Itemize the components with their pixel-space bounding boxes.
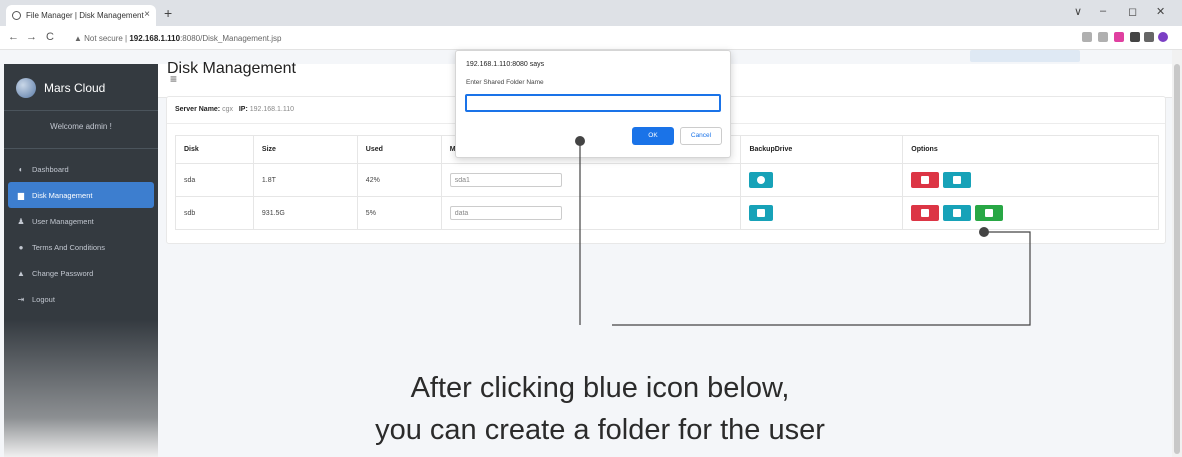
sidebar-item-user-management[interactable]: ♟ User Management [8, 208, 154, 234]
new-tab-button[interactable]: + [164, 5, 172, 21]
dialog-message: Enter Shared Folder Name [466, 79, 544, 86]
sidebar-item-label: Dashboard [32, 164, 69, 174]
comment-icon: ● [18, 242, 24, 252]
minimize-button[interactable]: – [1100, 5, 1106, 17]
share-icon[interactable] [1082, 32, 1092, 42]
address-bar[interactable]: ▲ Not secure | 192.168.1.110:8080/Disk_M… [70, 29, 1070, 47]
url-host: 192.168.1.110 [129, 34, 181, 43]
sidebar-item-label: User Management [32, 216, 94, 226]
sidebar-item-terms[interactable]: ● Terms And Conditions [8, 234, 154, 260]
sidebar-menu: ◐ Dashboard ▆ Disk Management ♟ User Man… [8, 156, 154, 312]
scroll-thumb[interactable] [1174, 64, 1180, 454]
brand-name: Mars Cloud [44, 81, 106, 95]
size-cell: 931.5G [252, 196, 358, 230]
divider [4, 110, 158, 111]
sidebar-item-change-password[interactable]: ▲ Change Password [8, 260, 154, 286]
maximize-button[interactable]: ◻ [1128, 5, 1137, 18]
mountpoint-field[interactable] [449, 206, 562, 220]
disk-cell: sdb [175, 196, 254, 230]
server-name: cgx [222, 106, 233, 113]
logout-icon: ⇥ [17, 294, 25, 304]
user-icon: ♟ [17, 216, 25, 226]
ok-button[interactable]: OK [632, 127, 674, 145]
extension-icon[interactable] [1114, 32, 1124, 42]
tab-close-icon[interactable]: × [144, 9, 150, 20]
column-header: Options [902, 135, 1159, 164]
prompt-dialog: 192.168.1.110:8080 says Enter Shared Fol… [455, 50, 731, 158]
welcome-text: Welcome admin ! [50, 122, 112, 131]
column-header: Disk [175, 135, 254, 164]
used-cell: 42% [356, 163, 442, 197]
brand-logo-icon [16, 78, 36, 98]
page-scrollbar[interactable] [1172, 50, 1182, 457]
browser-tab[interactable]: File Manager | Disk Management × [6, 5, 156, 26]
mountpoint-cell [440, 163, 742, 197]
mountpoint-cell [440, 196, 742, 230]
share-button[interactable] [975, 205, 1004, 221]
used-cell: 5% [356, 196, 442, 230]
delete-button[interactable] [911, 172, 940, 188]
security-indicator[interactable]: ▲ Not secure | [74, 34, 127, 43]
server-info: Server Name: cgx IP: 192.168.1.110 [175, 106, 294, 113]
sidebar-item-label: Terms And Conditions [32, 242, 105, 252]
close-window-button[interactable]: ✕ [1156, 5, 1165, 18]
server-name-label: Server Name: [175, 106, 221, 113]
column-header: Size [252, 135, 358, 164]
table-row: sdb 931.5G 5% [175, 196, 1159, 230]
brand[interactable]: Mars Cloud [16, 76, 105, 100]
options-cell [902, 196, 1159, 230]
bookmark-star-icon[interactable] [1098, 32, 1108, 42]
backup-cell [740, 163, 904, 197]
sidebar: Mars Cloud Welcome admin ! ◐ Dashboard ▆… [4, 64, 158, 457]
favicon-icon [12, 11, 21, 20]
column-header: Used [356, 135, 442, 164]
disk-icon: ▆ [17, 190, 25, 200]
create-folder-button[interactable] [943, 172, 972, 188]
faded-header-button [970, 50, 1080, 62]
sidebar-item-label: Disk Management [32, 190, 93, 200]
size-cell: 1.8T [252, 163, 358, 197]
forward-button[interactable]: → [26, 31, 37, 43]
dialog-origin: 192.168.1.110:8080 says [466, 61, 545, 68]
cancel-button[interactable]: Cancel [680, 127, 722, 145]
url-path: :8080/Disk_Management.jsp [180, 34, 282, 43]
extensions-puzzle-icon[interactable] [1130, 32, 1140, 42]
reload-button[interactable]: C [46, 31, 54, 43]
page-title: Disk Management [167, 60, 296, 77]
shared-folder-name-input[interactable] [465, 94, 721, 112]
sidebar-item-label: Logout [32, 294, 55, 304]
backup-drive-button[interactable] [749, 205, 774, 221]
disk-cell: sda [175, 163, 254, 197]
column-header: BackupDrive [740, 135, 904, 164]
browser-toolbar: ← → C ▲ Not secure | 192.168.1.110:8080/… [0, 26, 1182, 50]
back-button[interactable]: ← [8, 31, 19, 43]
sidebar-item-logout[interactable]: ⇥ Logout [8, 286, 154, 312]
screenshot-frame: File Manager | Disk Management × + ∨ – ◻… [0, 0, 1182, 457]
backup-cell [740, 196, 904, 230]
profile-avatar[interactable] [1158, 32, 1168, 42]
divider [4, 148, 158, 149]
create-folder-button[interactable] [943, 205, 972, 221]
options-cell [902, 163, 1159, 197]
server-ip: 192.168.1.110 [249, 106, 294, 113]
delete-button[interactable] [911, 205, 940, 221]
caption-line-1: After clicking blue icon below, [410, 372, 790, 404]
mountpoint-field[interactable] [449, 173, 562, 187]
sidebar-item-disk-management[interactable]: ▆ Disk Management [8, 182, 154, 208]
backup-drive-button[interactable] [749, 172, 774, 188]
ip-label: IP: [238, 106, 248, 113]
browser-tab-strip: File Manager | Disk Management × + ∨ – ◻… [0, 0, 1182, 26]
caption-line-2: you can create a folder for the user [375, 414, 825, 446]
sidebar-item-label: Change Password [32, 268, 94, 278]
tab-title: File Manager | Disk Management [26, 11, 144, 20]
lock-icon: ▲ [17, 268, 25, 278]
table-row: sda 1.8T 42% [175, 163, 1159, 197]
sidebar-item-dashboard[interactable]: ◐ Dashboard [8, 156, 154, 182]
sidepanel-icon[interactable] [1144, 32, 1154, 42]
tab-search-icon[interactable]: ∨ [1074, 5, 1082, 18]
dashboard-icon: ◐ [18, 164, 24, 174]
